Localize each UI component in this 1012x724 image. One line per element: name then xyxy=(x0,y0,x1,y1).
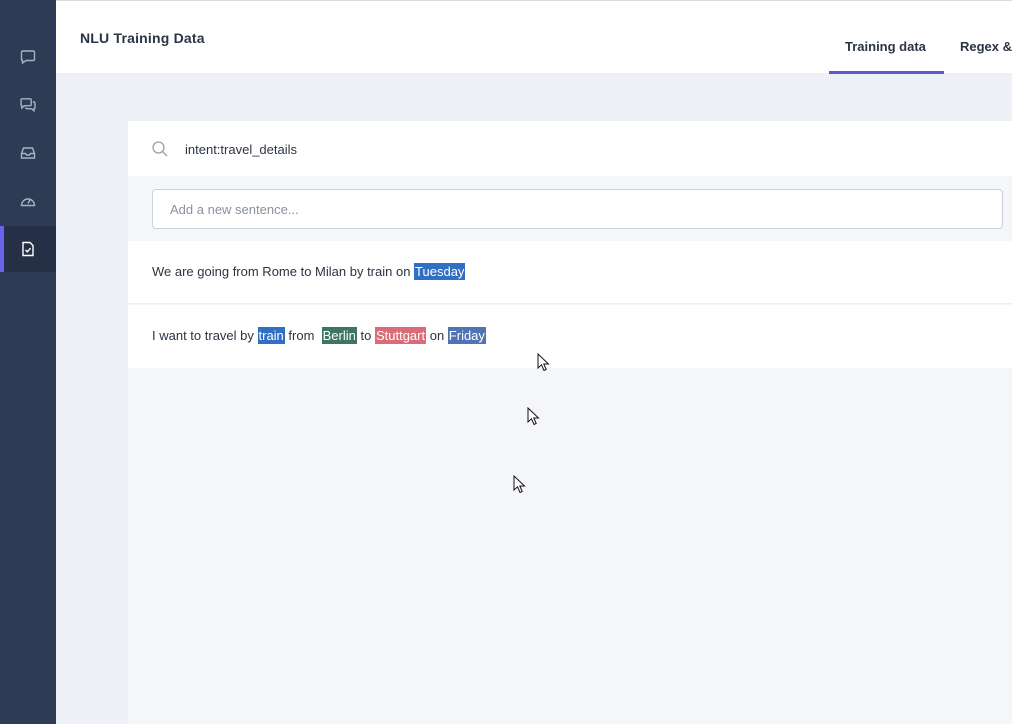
example-text-segment: We are going from Rome to Milan by train… xyxy=(152,264,415,279)
search-bar[interactable]: intent:travel_details xyxy=(128,121,1012,176)
mouse-cursor-icon xyxy=(537,353,550,372)
example-text-segment: I want to travel by xyxy=(152,328,258,343)
example-row[interactable]: We are going from Rome to Milan by train… xyxy=(128,241,1012,304)
sidebar-item-dashboard[interactable] xyxy=(0,178,56,224)
entity-tag[interactable]: train xyxy=(257,327,285,344)
sidebar-item-conversations[interactable] xyxy=(0,82,56,128)
example-text: I want to travel by train from Berlin to… xyxy=(152,327,486,344)
sidebar-item-chat[interactable] xyxy=(0,34,56,80)
sidebar xyxy=(0,0,56,724)
conversations-icon xyxy=(20,98,36,113)
header: NLU Training Data Training data Regex & xyxy=(56,0,1012,74)
chat-bubble-icon xyxy=(20,50,36,65)
example-text-segment: from xyxy=(284,328,322,343)
training-data-panel: intent:travel_details We are going from … xyxy=(128,121,1012,724)
page-title: NLU Training Data xyxy=(80,30,205,46)
mouse-cursor-icon xyxy=(527,407,540,426)
tab-training-data[interactable]: Training data xyxy=(845,39,926,54)
sidebar-item-inbox[interactable] xyxy=(0,130,56,176)
search-icon xyxy=(152,141,168,157)
sidebar-item-training-data[interactable] xyxy=(0,226,56,272)
example-text-segment: on xyxy=(426,328,448,343)
dashboard-gauge-icon xyxy=(20,198,36,207)
inbox-icon xyxy=(20,147,36,159)
entity-tag[interactable]: Berlin xyxy=(321,327,357,344)
add-sentence-area xyxy=(128,176,1012,241)
example-text: We are going from Rome to Milan by train… xyxy=(152,263,466,280)
entity-tag[interactable]: Stuttgart xyxy=(374,327,427,344)
entity-tag[interactable]: Tuesday xyxy=(414,263,466,280)
example-text-segment: to xyxy=(356,328,375,343)
example-row[interactable]: I want to travel by train from Berlin to… xyxy=(128,305,1012,368)
search-input[interactable]: intent:travel_details xyxy=(185,142,297,157)
add-sentence-input[interactable] xyxy=(152,189,1003,229)
app-window: NLU Training Data Training data Regex & … xyxy=(0,0,1012,724)
entity-tag[interactable]: Friday xyxy=(447,327,486,344)
tab-regex[interactable]: Regex & xyxy=(960,39,1012,54)
active-tab-indicator xyxy=(829,71,944,74)
training-data-icon xyxy=(22,241,34,257)
mouse-cursor-icon xyxy=(513,475,526,494)
